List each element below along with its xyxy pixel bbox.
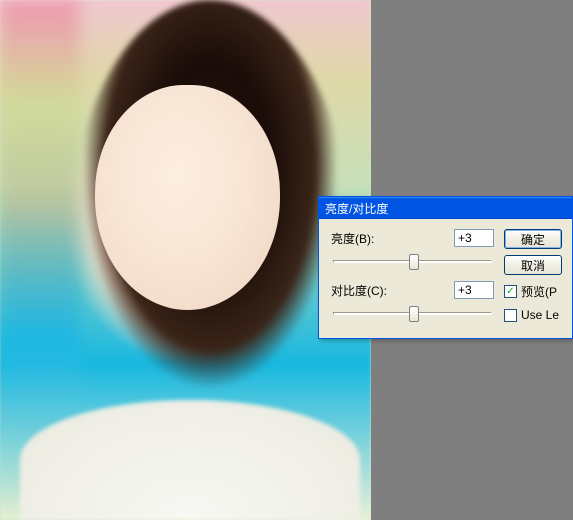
cancel-button[interactable]: 取消 bbox=[504, 255, 562, 275]
document-canvas[interactable] bbox=[0, 0, 371, 520]
controls-column: 亮度(B): 对比度(C): bbox=[331, 229, 494, 333]
preview-label: 预览(P bbox=[521, 283, 557, 300]
brightness-input[interactable] bbox=[454, 229, 494, 247]
contrast-slider[interactable] bbox=[331, 303, 494, 323]
contrast-slider-thumb[interactable] bbox=[409, 306, 419, 322]
brightness-contrast-dialog: 亮度/对比度 亮度(B): 对比度(C): 确定 取消 bbox=[318, 196, 573, 339]
dialog-titlebar[interactable]: 亮度/对比度 bbox=[319, 197, 572, 219]
dialog-title: 亮度/对比度 bbox=[323, 200, 568, 217]
contrast-label: 对比度(C): bbox=[331, 282, 454, 299]
brightness-slider[interactable] bbox=[331, 251, 494, 271]
legacy-label: Use Le bbox=[521, 308, 559, 322]
ok-button[interactable]: 确定 bbox=[504, 229, 562, 249]
preview-checkbox-row[interactable]: ✓ 预览(P bbox=[504, 283, 562, 300]
dialog-body: 亮度(B): 对比度(C): 确定 取消 ✓ 预览(P bbox=[319, 219, 572, 341]
brightness-row: 亮度(B): bbox=[331, 229, 494, 247]
preview-checkbox[interactable]: ✓ bbox=[504, 285, 517, 298]
brightness-slider-thumb[interactable] bbox=[409, 254, 419, 270]
buttons-column: 确定 取消 ✓ 预览(P Use Le bbox=[504, 229, 562, 333]
legacy-checkbox[interactable] bbox=[504, 309, 517, 322]
photo-face bbox=[95, 85, 280, 310]
legacy-checkbox-row[interactable]: Use Le bbox=[504, 308, 562, 322]
contrast-input[interactable] bbox=[454, 281, 494, 299]
contrast-row: 对比度(C): bbox=[331, 281, 494, 299]
brightness-label: 亮度(B): bbox=[331, 230, 454, 247]
